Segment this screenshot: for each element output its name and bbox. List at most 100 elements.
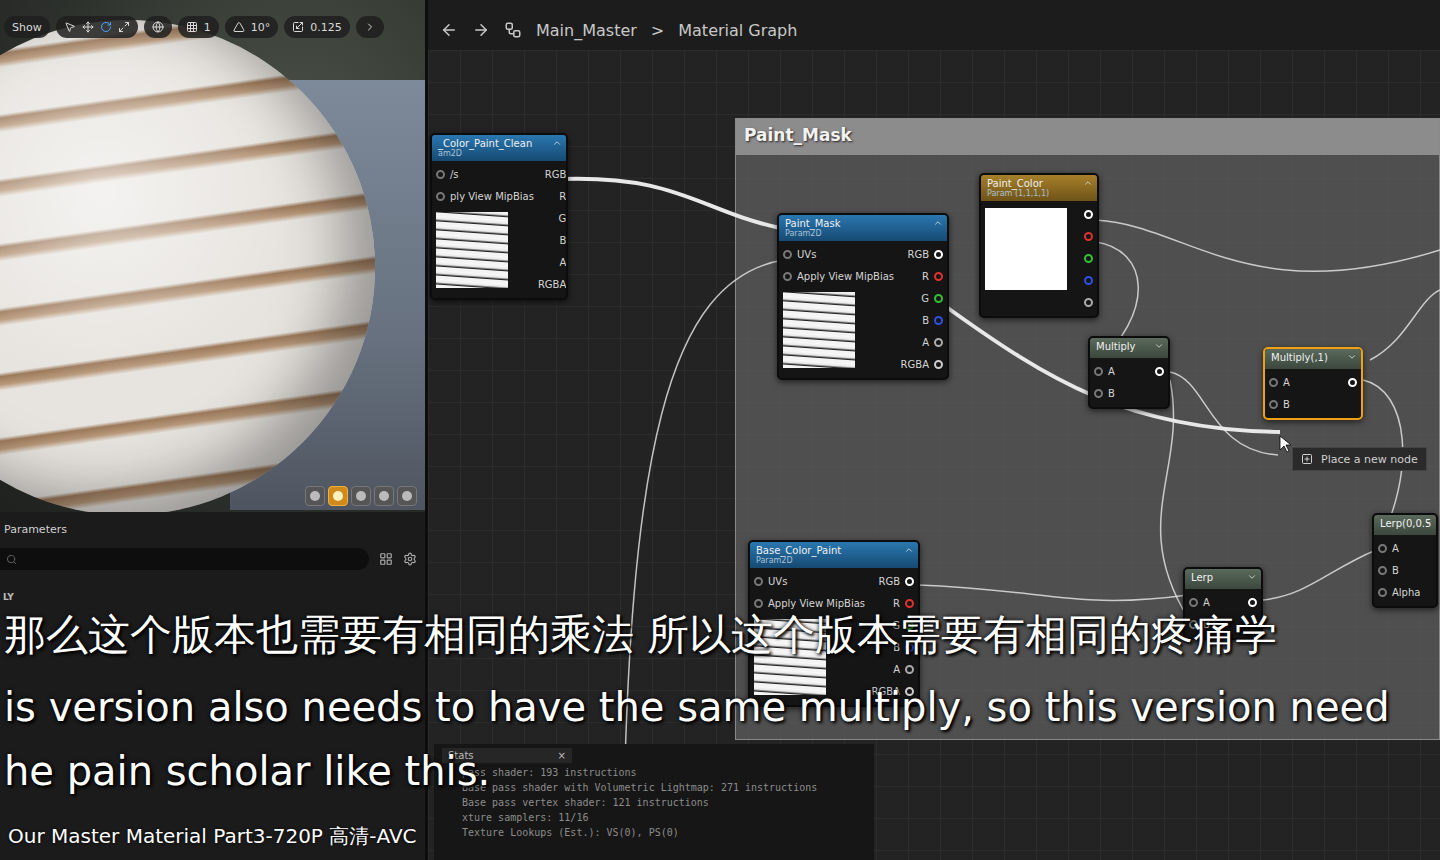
collapse-icon[interactable]	[1247, 572, 1257, 582]
input-pin[interactable]: B	[1094, 385, 1115, 401]
collapse-icon[interactable]	[1347, 352, 1357, 362]
globe-icon[interactable]	[152, 21, 164, 33]
input-pin[interactable]: A	[1378, 540, 1399, 556]
show-button[interactable]: Show	[4, 16, 50, 38]
scale-icon[interactable]	[118, 21, 130, 33]
input-pin[interactable]: UVs	[754, 573, 787, 589]
world-button[interactable]	[144, 16, 172, 38]
cursor-icon	[1280, 436, 1291, 452]
collapse-icon[interactable]	[933, 218, 943, 228]
graph-node[interactable]: MultiplyAB	[1088, 336, 1170, 409]
wires	[428, 50, 1440, 860]
graph-node[interactable]: Paint_ColorParam (1,1,1,1)	[979, 173, 1099, 318]
input-pin[interactable]: /s	[436, 166, 459, 182]
snap-button[interactable]: 0.125	[284, 16, 350, 38]
output-pin[interactable]	[1348, 374, 1357, 390]
back-icon[interactable]	[440, 21, 458, 39]
input-pin[interactable]: A	[1189, 594, 1210, 610]
collapse-icon[interactable]	[1424, 518, 1432, 528]
output-pin[interactable]: A	[922, 334, 943, 350]
graph-icon	[504, 21, 522, 39]
input-pin[interactable]: B	[1378, 562, 1399, 578]
snap-button[interactable]: 10°	[225, 16, 279, 38]
collapse-icon[interactable]	[904, 545, 914, 555]
close-button[interactable]: ×	[558, 750, 566, 761]
grid-icon[interactable]	[379, 552, 393, 566]
output-pin[interactable]: A	[893, 661, 914, 677]
input-pin[interactable]: ply View MipBias	[436, 188, 534, 204]
collapse-icon[interactable]	[1083, 178, 1093, 188]
graph-canvas[interactable]: Paint_Mask_Color_Paint_Cleanam2D/sply Vi…	[428, 50, 1440, 860]
output-pin[interactable]: RGB	[545, 166, 568, 182]
output-pin[interactable]: B	[559, 232, 568, 248]
graph-topbar: Main_Master>Material Graph	[428, 0, 1440, 50]
view-mode-bar	[305, 486, 417, 506]
subtitle-en: is version also needs to have the same m…	[4, 683, 1390, 731]
input-pin[interactable]: A	[1269, 374, 1290, 390]
output-pin[interactable]: A	[559, 254, 568, 270]
view-mode-button[interactable]	[328, 486, 348, 506]
graph-node[interactable]: Lerp(0,0.5ABAlpha	[1372, 513, 1438, 608]
input-pin[interactable]: B	[1269, 396, 1290, 412]
output-pin[interactable]: RGBA	[538, 276, 568, 292]
snap-icon	[292, 21, 304, 33]
stats-line: Texture Lookups (Est.): VS(0), PS(0)	[442, 827, 866, 838]
output-pin[interactable]	[1155, 363, 1164, 379]
forward-icon[interactable]	[472, 21, 490, 39]
output-pin[interactable]: R	[893, 595, 914, 611]
breadcrumb-item[interactable]: Material Graph	[678, 21, 797, 40]
node-preview	[783, 292, 855, 368]
comment-title[interactable]: Paint_Mask	[736, 119, 1439, 155]
output-pin[interactable]	[1084, 206, 1093, 222]
viewport-toolbar: Show 1 10°0.125	[0, 16, 388, 38]
rotate-icon[interactable]	[100, 21, 112, 33]
graph-node[interactable]: _Color_Paint_Cleanam2D/sply View MipBias…	[430, 133, 568, 300]
breadcrumb-item[interactable]: Main_Master	[536, 21, 637, 40]
view-mode-button[interactable]	[374, 486, 394, 506]
input-pin[interactable]: Apply View MipBias	[783, 268, 894, 284]
graph-editor: Main_Master>Material GraphPaint_Mask_Col…	[428, 0, 1440, 860]
output-pin[interactable]	[1084, 250, 1093, 266]
video-caption: Our Master Material Part3-720P 高清-AVC	[8, 823, 417, 850]
move-icon[interactable]	[82, 21, 94, 33]
output-pin[interactable]: B	[922, 312, 943, 328]
search-field[interactable]	[0, 548, 369, 570]
output-pin[interactable]: RGB	[878, 573, 914, 589]
stats-line: Base pass vertex shader: 121 instruction…	[442, 797, 866, 808]
gear-icon[interactable]	[403, 552, 417, 566]
more-button[interactable]	[356, 16, 384, 38]
output-pin[interactable]	[1084, 272, 1093, 288]
select-icon[interactable]	[64, 21, 76, 33]
output-pin[interactable]: RGB	[907, 246, 943, 262]
output-pin[interactable]: G	[921, 290, 943, 306]
view-mode-button[interactable]	[305, 486, 325, 506]
input-pin[interactable]: Apply View MipBias	[754, 595, 865, 611]
view-mode-button[interactable]	[397, 486, 417, 506]
input-pin[interactable]: UVs	[783, 246, 816, 262]
transform-tools[interactable]	[56, 16, 138, 38]
preview-viewport[interactable]: Show 1 10°0.125	[0, 0, 425, 512]
output-pin[interactable]: R	[559, 188, 568, 204]
stats-line: Base pass shader with Volumetric Lightma…	[442, 782, 866, 793]
snap-button[interactable]: 1	[178, 16, 219, 38]
collapse-icon[interactable]	[552, 138, 562, 148]
snap-icon	[233, 21, 245, 33]
graph-node[interactable]: Paint_MaskParam2DUVsApply View MipBiasRG…	[777, 213, 949, 380]
tooltip: Place a new node	[1292, 447, 1427, 471]
collapse-icon[interactable]	[1154, 341, 1164, 351]
output-pin[interactable]: G	[559, 210, 568, 226]
left-panel: Show110°0.125ParametersLY	[0, 0, 428, 860]
stats-line: pass shader: 193 instructions	[442, 767, 866, 778]
output-pin[interactable]: R	[922, 268, 943, 284]
node-preview	[436, 212, 508, 288]
snap-icon	[186, 21, 198, 33]
output-pin[interactable]	[1248, 594, 1257, 610]
chevron-icon	[364, 21, 376, 33]
output-pin[interactable]	[1084, 294, 1093, 310]
output-pin[interactable]	[1084, 228, 1093, 244]
view-mode-button[interactable]	[351, 486, 371, 506]
graph-node[interactable]: Multiply(,1)AB	[1263, 347, 1363, 420]
input-pin[interactable]: A	[1094, 363, 1115, 379]
input-pin[interactable]: Alpha	[1378, 584, 1420, 600]
output-pin[interactable]: RGBA	[901, 356, 943, 372]
